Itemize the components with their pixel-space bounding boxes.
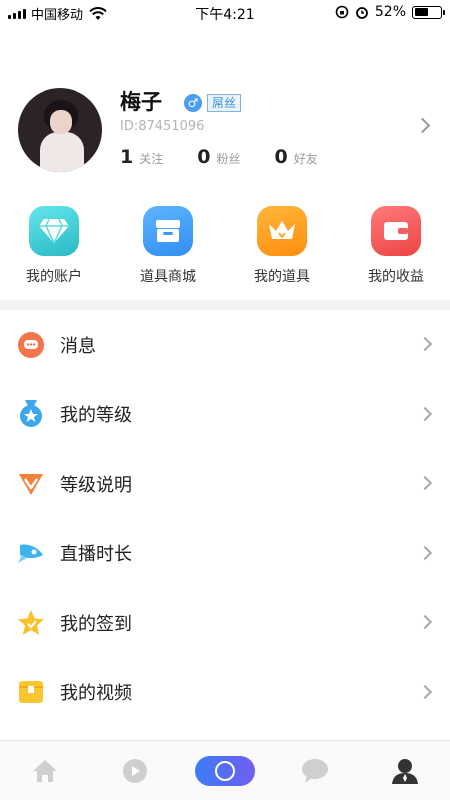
- tab-home[interactable]: [10, 741, 80, 800]
- chevron-right-icon: [417, 684, 433, 699]
- status-bar: 中国移动 下午4:21 52%: [0, 0, 450, 26]
- quick-action-shop[interactable]: 道具商城: [118, 206, 218, 292]
- profile-header[interactable]: 梅子 ♂ 屌丝 ID:87451096 1 关注 0 粉丝 0 好友: [0, 80, 450, 190]
- stat-following-label: 关注: [139, 152, 164, 166]
- tab-video[interactable]: [100, 741, 170, 800]
- menu-item-live-duration[interactable]: 直播时长: [0, 519, 450, 589]
- battery-percent: 52%: [374, 4, 406, 20]
- medal-icon: [16, 399, 46, 429]
- message-icon: [16, 330, 46, 360]
- menu-item-level-info[interactable]: 等级说明: [0, 449, 450, 519]
- chevron-right-icon: [417, 545, 433, 560]
- quick-action-props[interactable]: 我的道具: [232, 206, 332, 292]
- male-gender-icon: ♂: [184, 94, 202, 112]
- status-right: 52%: [335, 4, 445, 20]
- profile-stats: 1 关注 0 粉丝 0 好友: [120, 146, 352, 168]
- section-divider: [0, 300, 450, 310]
- quick-action-account[interactable]: 我的账户: [4, 206, 104, 292]
- stat-following[interactable]: 1 关注: [120, 146, 163, 168]
- avatar-face: [50, 110, 72, 134]
- tab-live[interactable]: [190, 741, 260, 800]
- home-icon: [33, 759, 57, 782]
- box-icon: [16, 677, 46, 707]
- chat-icon: [302, 758, 328, 783]
- bottom-tab-bar: [0, 740, 450, 800]
- profile-icon: [392, 758, 418, 784]
- battery-icon: [412, 5, 445, 19]
- quick-action-income[interactable]: 我的收益: [346, 206, 446, 292]
- diamond-icon: [29, 206, 79, 256]
- menu-item-level-info-label: 等级说明: [60, 474, 132, 496]
- badge-icon: [16, 469, 46, 499]
- menu-item-my-level[interactable]: 我的等级: [0, 380, 450, 450]
- stat-fans-label: 粉丝: [216, 152, 241, 166]
- menu-item-messages-label: 消息: [60, 335, 96, 357]
- tab-profile[interactable]: [370, 741, 440, 800]
- title-tag: 屌丝: [207, 94, 242, 112]
- menu-item-my-videos-label: 我的视频: [60, 683, 132, 705]
- stat-friends[interactable]: 0 好友: [275, 146, 318, 168]
- user-id: ID:87451096: [120, 119, 205, 134]
- chevron-right-icon[interactable]: [414, 117, 431, 134]
- avatar-figure: [40, 132, 84, 172]
- rocket-icon: [16, 538, 46, 568]
- menu-item-live-duration-label: 直播时长: [60, 544, 132, 566]
- quick-action-shop-label: 道具商城: [140, 269, 196, 285]
- menu-item-check-in[interactable]: 我的签到: [0, 588, 450, 658]
- chevron-right-icon: [417, 475, 433, 491]
- quick-action-account-label: 我的账户: [26, 269, 82, 285]
- tab-chat[interactable]: [280, 741, 350, 800]
- crown-icon: [257, 206, 307, 256]
- quick-action-income-label: 我的收益: [368, 269, 424, 285]
- video-icon: [123, 758, 147, 783]
- star-icon: [16, 608, 46, 638]
- avatar[interactable]: [18, 88, 102, 172]
- menu-list: 消息 我的等级 等级说明 直播时长 我的签到 我的视频: [0, 310, 450, 727]
- rotation-lock-icon: [335, 5, 349, 19]
- wallet-icon: [371, 206, 421, 256]
- live-button[interactable]: [195, 755, 255, 786]
- chevron-right-icon: [417, 614, 433, 630]
- menu-item-check-in-label: 我的签到: [60, 613, 132, 635]
- quick-action-props-label: 我的道具: [254, 269, 310, 285]
- live-ring-icon: [215, 760, 235, 781]
- stat-friends-label: 好友: [293, 152, 318, 166]
- menu-item-messages[interactable]: 消息: [0, 310, 450, 380]
- stat-fans-count: 0: [197, 146, 211, 168]
- quick-actions: 我的账户 道具商城 我的道具 我的收益: [0, 206, 450, 292]
- nickname: 梅子: [120, 90, 162, 114]
- stat-friends-count: 0: [274, 146, 288, 168]
- chevron-right-icon: [417, 406, 433, 421]
- alarm-icon: [355, 7, 368, 19]
- stat-following-count: 1: [120, 146, 134, 168]
- store-icon: [143, 206, 193, 256]
- stat-fans[interactable]: 0 粉丝: [197, 146, 240, 168]
- menu-item-my-level-label: 我的等级: [60, 405, 132, 427]
- chevron-right-icon: [417, 336, 433, 352]
- menu-item-my-videos[interactable]: 我的视频: [0, 658, 450, 728]
